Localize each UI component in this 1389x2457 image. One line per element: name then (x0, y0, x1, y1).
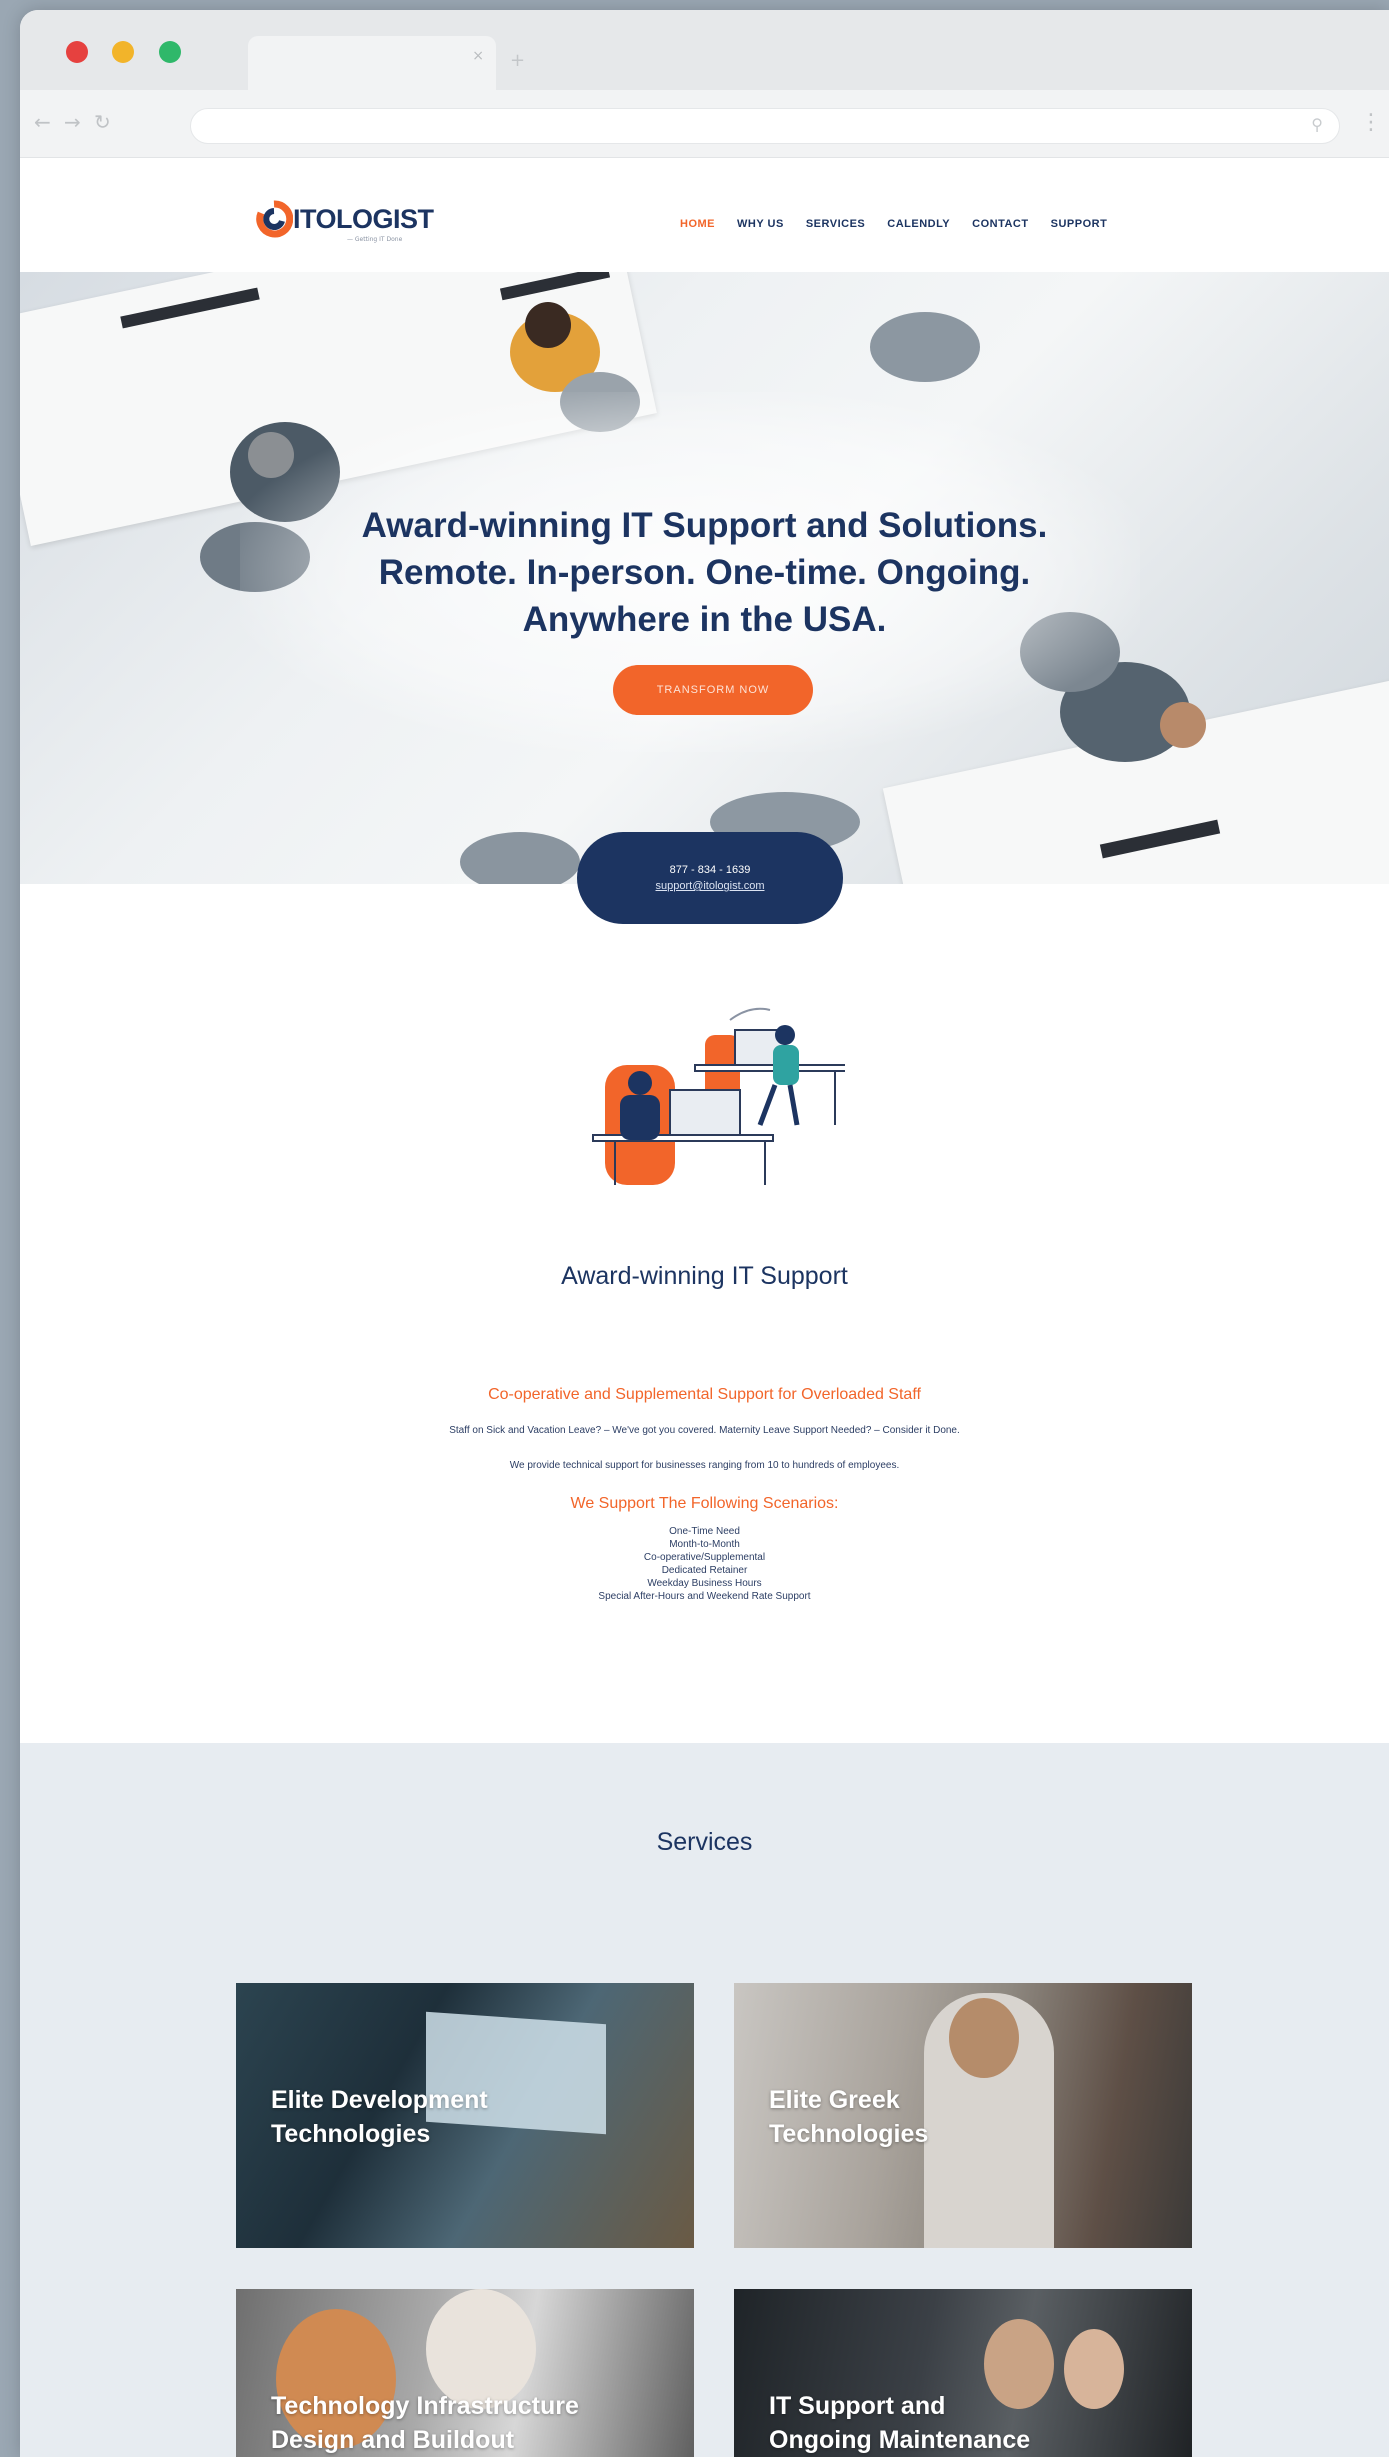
browser-tab[interactable]: × (248, 36, 496, 90)
service-card-elite-greek[interactable]: Elite Greek Technologies (734, 1983, 1192, 2248)
it-support-illustration (592, 1007, 845, 1185)
maximize-window-button[interactable] (159, 41, 181, 63)
nav-why-us[interactable]: WHY US (737, 218, 784, 230)
transform-now-button[interactable]: TRANSFORM NOW (613, 665, 813, 715)
card-title-line: Technologies (271, 2120, 431, 2148)
nav-support[interactable]: SUPPORT (1051, 218, 1108, 230)
person-image (525, 302, 571, 348)
logo-swirl-icon (256, 200, 293, 238)
scenario-item: Dedicated Retainer (661, 1565, 748, 1576)
search-icon: ⚲ (1311, 115, 1323, 134)
support-heading: Co-operative and Supplemental Support fo… (488, 1386, 921, 1403)
site-header: ITOLOGIST — Getting IT Done HOME WHY US … (20, 158, 1389, 282)
close-window-button[interactable] (66, 41, 88, 63)
close-tab-icon[interactable]: × (472, 48, 484, 64)
nav-services[interactable]: SERVICES (806, 218, 865, 230)
scenario-item: Month-to-Month (669, 1539, 740, 1550)
support-title: Award-winning IT Support (561, 1262, 848, 1290)
card-title-line: Ongoing Maintenance (769, 2426, 1031, 2454)
new-tab-icon[interactable]: + (510, 50, 525, 71)
email-link[interactable]: support@itologist.com (577, 878, 843, 894)
service-card-label: Technology Infrastructure Design and Bui… (271, 2389, 579, 2457)
forward-icon[interactable]: → (64, 110, 81, 134)
service-card-infrastructure[interactable]: Technology Infrastructure Design and Bui… (236, 2289, 694, 2457)
nav-contact[interactable]: CONTACT (972, 218, 1028, 230)
hero-headline: Award-winning IT Support and Solutions. … (20, 502, 1389, 643)
back-icon[interactable]: ← (34, 110, 51, 134)
card-title-line: Technologies (769, 2120, 929, 2148)
nav-calendly[interactable]: CALENDLY (887, 218, 950, 230)
service-card-it-support[interactable]: IT Support and Ongoing Maintenance (734, 2289, 1192, 2457)
nav-home[interactable]: HOME (680, 218, 715, 230)
chair-image (460, 832, 580, 884)
hero-line-2: Remote. In-person. One-time. Ongoing. (378, 553, 1031, 592)
phone-link[interactable]: 877 - 834 - 1639 (577, 862, 843, 878)
address-bar[interactable]: ⚲ (190, 108, 1340, 144)
hero-line-3: Anywhere in the USA. (522, 600, 887, 639)
hero-banner: Award-winning IT Support and Solutions. … (20, 272, 1389, 884)
browser-window: × + ← → ↻ ⚲ ⋮ ITOLOGIST — Getting IT Don… (20, 10, 1389, 2457)
chair-image (870, 312, 980, 382)
reload-icon[interactable]: ↻ (94, 110, 111, 134)
site-logo[interactable]: ITOLOGIST — Getting IT Done (255, 198, 455, 252)
logo-tagline: — Getting IT Done (347, 236, 403, 243)
person-image (949, 1998, 1019, 2078)
service-card-label: IT Support and Ongoing Maintenance (769, 2389, 1030, 2457)
service-card-elite-development[interactable]: Elite Development Technologies (236, 1983, 694, 2248)
scenario-item: Special After-Hours and Weekend Rate Sup… (598, 1591, 811, 1602)
scenario-item: Weekday Business Hours (647, 1578, 762, 1589)
person-image (1160, 702, 1206, 748)
support-line-1: Staff on Sick and Vacation Leave? – We'v… (449, 1425, 960, 1436)
card-title-line: Design and Buildout (271, 2426, 515, 2454)
card-title-line: Technology Infrastructure (271, 2392, 579, 2420)
card-title-line: Elite Greek (769, 2086, 900, 2114)
minimize-window-button[interactable] (112, 41, 134, 63)
scenarios-heading: We Support The Following Scenarios: (570, 1495, 839, 1512)
browser-menu-icon[interactable]: ⋮ (1360, 110, 1382, 135)
service-card-label: Elite Greek Technologies (769, 2083, 928, 2151)
services-title: Services (656, 1828, 753, 1856)
browser-titlebar (20, 10, 1389, 90)
logo-wordmark: ITOLOGIST (293, 204, 434, 234)
scenario-item: Co-operative/Supplemental (643, 1552, 766, 1563)
person-image (1064, 2329, 1124, 2409)
card-title-line: IT Support and (769, 2392, 946, 2420)
service-card-label: Elite Development Technologies (271, 2083, 488, 2151)
scenarios-list: One-Time Need Month-to-Month Co-operativ… (20, 1525, 1389, 1603)
card-title-line: Elite Development (271, 2086, 488, 2114)
services-section: Services Elite Development Technologies … (20, 1743, 1389, 2457)
contact-pill: 877 - 834 - 1639 support@itologist.com (577, 832, 843, 924)
main-nav: HOME WHY US SERVICES CALENDLY CONTACT SU… (680, 218, 1107, 230)
hero-line-1: Award-winning IT Support and Solutions. (361, 506, 1048, 545)
support-line-2: We provide technical support for busines… (509, 1460, 900, 1471)
scenario-item: One-Time Need (669, 1526, 740, 1537)
